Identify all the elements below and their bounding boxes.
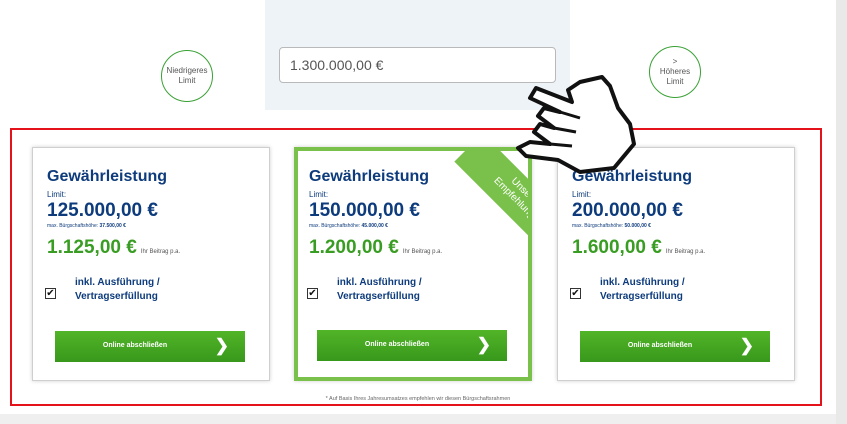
price-value: 1.200,00 € <box>309 237 399 258</box>
execution-option: ✔ inkl. Ausführung / Vertragserfüllung <box>307 276 507 310</box>
chevron-right-icon: ❯ <box>214 336 229 355</box>
scrollbar-gutter <box>836 0 847 424</box>
price-note: Ihr Beitrag p.a. <box>402 249 443 255</box>
max-guarantee: max. Bürgschaftshöhe: 37.500,00 € <box>47 223 259 229</box>
price-row: 1.600,00 € Ihr Beitrag p.a. <box>572 237 784 259</box>
execution-label: inkl. Ausführung / Vertragserfüllung <box>600 277 685 302</box>
max-guarantee-label: max. Bürgschaftshöhe: <box>309 223 361 229</box>
offer-card-1: Gewährleistung Limit: 125.000,00 € max. … <box>32 147 270 381</box>
bottom-band <box>0 414 836 424</box>
max-guarantee-value: 37.500,00 € <box>99 223 126 229</box>
limit-value: 200.000,00 € <box>572 200 683 221</box>
limit-label: Limit: <box>309 190 329 199</box>
card-title: Gewährleistung <box>309 168 430 185</box>
execution-checkbox[interactable]: ✔ <box>307 288 318 299</box>
checkmark-icon: ✔ <box>46 288 55 299</box>
limit-label: Limit: <box>572 190 592 199</box>
offer-card-2-recommended: Unsere Empfehlung* Gewährleistung Limit:… <box>294 147 532 381</box>
price-row: 1.125,00 € Ihr Beitrag p.a. <box>47 237 259 259</box>
price-value: 1.600,00 € <box>572 237 662 258</box>
max-guarantee: max. Bürgschaftshöhe: 50.000,00 € <box>572 223 784 229</box>
execution-checkbox[interactable]: ✔ <box>45 288 56 299</box>
max-guarantee: max. Bürgschaftshöhe: 45.000,00 € <box>309 223 518 229</box>
execution-option: ✔ inkl. Ausführung / Vertragserfüllung <box>570 276 770 310</box>
cta-label: Online abschließen <box>364 341 430 348</box>
max-guarantee-label: max. Bürgschaftshöhe: <box>47 223 99 229</box>
price-note: Ihr Beitrag p.a. <box>665 249 706 255</box>
online-conclude-button[interactable]: Online abschließen ❯ <box>317 330 507 361</box>
lower-limit-button[interactable]: Niedrigeres Limit <box>161 50 213 102</box>
max-guarantee-value: 45.000,00 € <box>361 223 388 229</box>
recommendation-footnote: * Auf Basis Ihres Jahresumsatzes empfehl… <box>325 396 511 402</box>
limit-label: Limit: <box>47 190 67 199</box>
checkmark-icon: ✔ <box>308 288 317 299</box>
chevron-right-icon: ❯ <box>476 335 491 354</box>
online-conclude-button[interactable]: Online abschließen ❯ <box>580 331 770 362</box>
checkmark-icon: ✔ <box>571 288 580 299</box>
hand-pointer-icon <box>516 75 636 174</box>
max-guarantee-value: 50.000,00 € <box>624 223 651 229</box>
execution-label: inkl. Ausführung / Vertragserfüllung <box>337 277 422 302</box>
execution-option: ✔ inkl. Ausführung / Vertragserfüllung <box>45 276 245 310</box>
price-row: 1.200,00 € Ihr Beitrag p.a. <box>309 237 518 259</box>
card-title: Gewährleistung <box>47 168 168 185</box>
cta-label: Online abschließen <box>102 342 168 349</box>
limit-value: 150.000,00 € <box>309 200 420 221</box>
online-conclude-button[interactable]: Online abschließen ❯ <box>55 331 245 362</box>
limit-value: 125.000,00 € <box>47 200 158 221</box>
price-note: Ihr Beitrag p.a. <box>140 249 181 255</box>
execution-checkbox[interactable]: ✔ <box>570 288 581 299</box>
price-value: 1.125,00 € <box>47 237 137 258</box>
chevron-right-icon: ❯ <box>739 336 754 355</box>
cta-label: Online abschließen <box>627 342 693 349</box>
max-guarantee-label: max. Bürgschaftshöhe: <box>572 223 624 229</box>
higher-limit-button[interactable]: > Höheres Limit <box>649 46 701 98</box>
execution-label: inkl. Ausführung / Vertragserfüllung <box>75 277 160 302</box>
